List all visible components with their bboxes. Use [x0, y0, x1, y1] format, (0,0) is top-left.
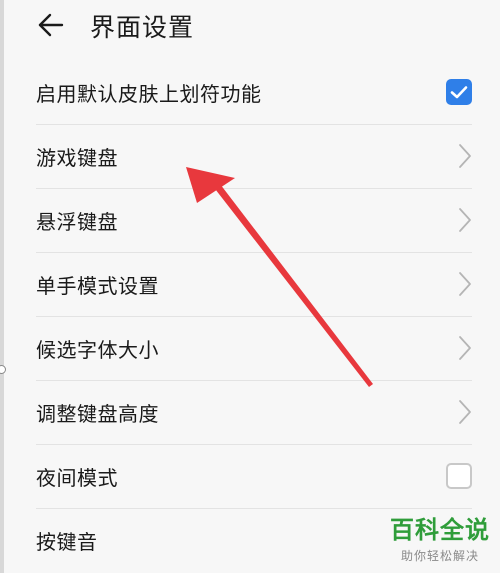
- page-title: 界面设置: [90, 13, 195, 42]
- setting-row-candidate-font-size[interactable]: 候选字体大小: [36, 316, 472, 380]
- checkmark-icon: [450, 86, 468, 99]
- edge-handle-icon: [0, 365, 6, 374]
- watermark-title: 百科全说: [390, 516, 490, 544]
- setting-label: 调整键盘高度: [36, 401, 159, 426]
- arrow-left-icon: [38, 13, 64, 37]
- chevron-right-icon: [459, 208, 471, 232]
- settings-page: 界面设置 启用默认皮肤上划符功能 游戏键盘 悬浮键盘 单手模式设置 候选字体大小…: [0, 0, 500, 573]
- chevron-right-icon: [459, 400, 471, 424]
- setting-label: 游戏键盘: [36, 145, 118, 170]
- chevron-right-icon: [459, 144, 471, 168]
- setting-label: 夜间模式: [36, 465, 118, 490]
- setting-row-one-hand-mode[interactable]: 单手模式设置: [36, 252, 472, 316]
- back-button[interactable]: [36, 10, 66, 40]
- setting-row-game-keyboard[interactable]: 游戏键盘: [36, 124, 472, 188]
- setting-row-floating-keyboard[interactable]: 悬浮键盘: [36, 188, 472, 252]
- setting-label: 按键音: [36, 529, 98, 554]
- chevron-right-icon: [459, 336, 471, 360]
- watermark-subtitle: 助你轻松解决: [400, 549, 479, 563]
- checkbox-unchecked[interactable]: [446, 463, 472, 489]
- setting-label: 单手模式设置: [36, 273, 159, 298]
- watermark: 百科全说 助你轻松解决: [390, 510, 490, 564]
- setting-row-keyboard-height[interactable]: 调整键盘高度: [36, 380, 472, 444]
- window-edge: [0, 0, 4, 573]
- setting-label: 启用默认皮肤上划符功能: [36, 81, 262, 106]
- header: 界面设置: [0, 0, 500, 55]
- chevron-right-icon: [459, 272, 471, 296]
- setting-row-night-mode[interactable]: 夜间模式: [36, 444, 472, 508]
- checkbox-checked[interactable]: [446, 79, 472, 105]
- setting-label: 悬浮键盘: [36, 209, 118, 234]
- setting-label: 候选字体大小: [36, 337, 159, 362]
- setting-row-swipe-symbol[interactable]: 启用默认皮肤上划符功能: [36, 60, 472, 124]
